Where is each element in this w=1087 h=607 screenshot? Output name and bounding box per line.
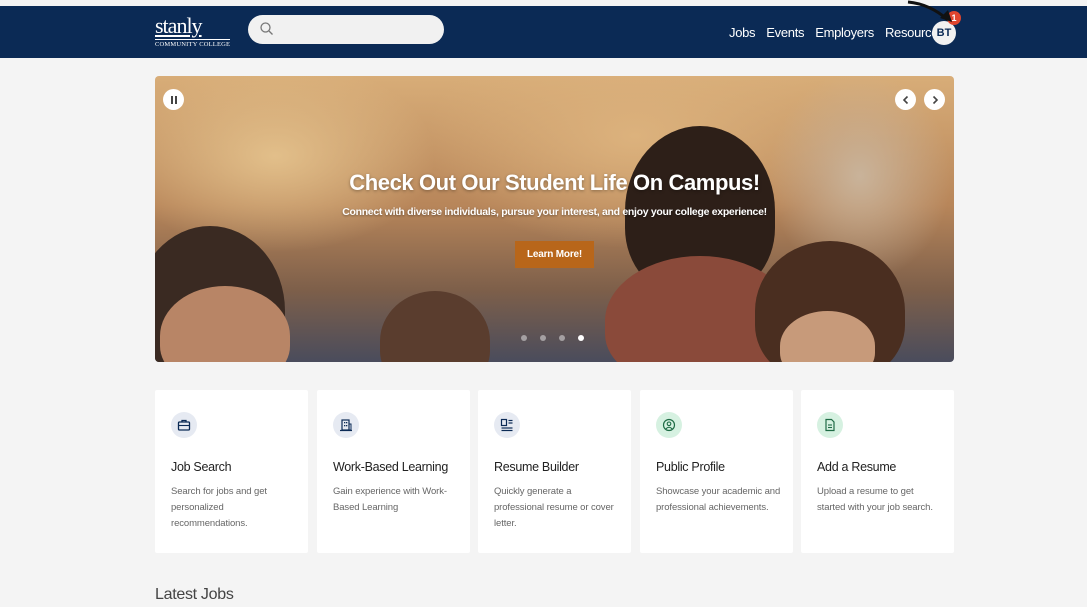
card-description: Showcase your academic and professional … xyxy=(656,486,781,513)
chevron-right-icon xyxy=(932,95,938,104)
card-add-resume[interactable]: Add a Resume Upload a resume to get star… xyxy=(801,390,954,553)
pause-button[interactable] xyxy=(163,89,184,110)
card-title: Work-Based Learning xyxy=(333,460,448,474)
learn-more-button[interactable]: Learn More! xyxy=(515,241,594,268)
hero-photo-person xyxy=(380,291,490,362)
pause-icon xyxy=(170,95,177,104)
hero-subtitle: Connect with diverse individuals, pursue… xyxy=(342,206,767,218)
logo-wordmark: stanly xyxy=(155,13,203,38)
card-icon-wrap xyxy=(656,412,682,438)
card-description: Quickly generate a professional resume o… xyxy=(494,486,614,529)
card-public-profile[interactable]: Public Profile Showcase your academic an… xyxy=(640,390,793,553)
card-description: Gain experience with Work-Based Learning xyxy=(333,486,447,513)
card-title: Resume Builder xyxy=(494,460,579,474)
card-description: Upload a resume to get started with your… xyxy=(817,486,933,513)
card-icon-wrap xyxy=(171,412,197,438)
card-resume-builder[interactable]: Resume Builder Quickly generate a profes… xyxy=(478,390,631,553)
card-work-based-learning[interactable]: Work-Based Learning Gain experience with… xyxy=(317,390,470,553)
search-icon xyxy=(260,22,273,35)
logo-subtitle: COMMUNITY COLLEGE xyxy=(155,39,231,48)
hero-title: Check Out Our Student Life On Campus! xyxy=(349,170,760,195)
carousel-indicators xyxy=(521,335,584,341)
nav-events[interactable]: Events xyxy=(766,25,804,40)
cursor-arrow-icon xyxy=(907,0,952,22)
next-slide-button[interactable] xyxy=(924,89,945,110)
document-icon xyxy=(825,418,835,432)
carousel-dot-3[interactable] xyxy=(559,335,565,341)
nav-jobs[interactable]: Jobs xyxy=(729,25,756,40)
chevron-left-icon xyxy=(902,95,908,104)
building-icon xyxy=(340,419,352,432)
search-input[interactable] xyxy=(248,15,444,44)
briefcase-icon xyxy=(177,419,191,431)
carousel-dot-2[interactable] xyxy=(540,335,546,341)
card-title: Job Search xyxy=(171,460,232,474)
card-description: Search for jobs and get personalized rec… xyxy=(171,486,267,529)
nav-employers[interactable]: Employers xyxy=(815,25,874,40)
card-title: Add a Resume xyxy=(817,460,897,474)
card-title: Public Profile xyxy=(656,460,725,474)
carousel-dot-4[interactable] xyxy=(578,335,584,341)
previous-slide-button[interactable] xyxy=(895,89,916,110)
quick-links: Job Search Search for jobs and get perso… xyxy=(155,390,954,553)
card-job-search[interactable]: Job Search Search for jobs and get perso… xyxy=(155,390,308,553)
hero-carousel: Check Out Our Student Life On Campus! Co… xyxy=(155,76,954,362)
college-logo[interactable]: stanly COMMUNITY COLLEGE xyxy=(155,13,235,49)
card-icon-wrap xyxy=(333,412,359,438)
card-icon-wrap xyxy=(817,412,843,438)
resume-builder-icon xyxy=(500,418,513,432)
latest-jobs-heading: Latest Jobs xyxy=(155,586,234,603)
card-icon-wrap xyxy=(494,412,520,438)
carousel-dot-1[interactable] xyxy=(521,335,527,341)
profile-icon xyxy=(662,418,676,432)
